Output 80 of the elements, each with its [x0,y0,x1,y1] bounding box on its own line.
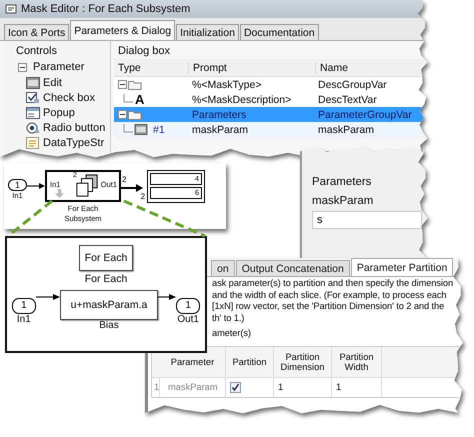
outport-block[interactable]: 1 [176,298,200,314]
row-number: 1 [152,378,160,396]
tab[interactable]: Icon & Ports [4,24,70,40]
signal-width-label: 2 [122,175,126,184]
edit-field-icon [134,124,148,135]
control-item[interactable]: Edit [4,75,110,90]
table-row[interactable]: #1 maskParam maskParam [114,122,428,137]
column-header: Partition [226,346,274,376]
description-text: [1xN] row vector, set the 'Partition Dimension' to 2 and the [212,301,446,312]
block-label: Bias [99,320,119,331]
for-each-block[interactable]: For Each [78,245,134,271]
description-text: th' to 1.) [212,312,246,324]
dashed-guide-line [7,200,53,238]
block-label: For Each [84,273,128,285]
tab[interactable]: Initialization [176,24,239,40]
column-header: Partition Width [332,346,382,376]
tree-line-icon [121,94,133,106]
down-arrow-icon [55,189,64,198]
field-label: maskParam [312,195,374,207]
signal-arrow [27,182,46,190]
signal-arrow [36,293,60,301]
popup-icon [26,106,40,118]
table-cell-text: maskParam [317,124,376,136]
stacked-pages-icon [75,174,100,198]
signal-width-label: 2 [140,192,146,201]
table-cell: 1 [274,378,332,396]
collapse-icon[interactable] [118,110,127,119]
window-title: Mask Editor : For Each Subsystem [21,3,190,15]
radio-icon [26,122,40,134]
data-type-icon [26,136,40,148]
control-item[interactable]: Popup [4,105,110,120]
block-label: Out1 [177,314,199,325]
signal-arrow [121,184,144,192]
table-cell-text: Parameters [191,108,248,120]
checkbox[interactable] [230,382,241,392]
panel-heading: Controls [15,45,58,59]
tab[interactable]: Parameter Partition [350,258,454,276]
table-cell-text: maskParam [191,124,250,136]
section-heading: Parameters [312,176,372,188]
column-header: Name [315,62,420,74]
collapse-icon[interactable] [118,80,127,89]
folder-icon [128,80,142,90]
edit-field-icon [26,76,40,88]
table-row[interactable]: %<MaskType> DescGroupVar [114,77,428,92]
table-cell: 1 [332,378,382,396]
tree-line-icon [121,124,133,136]
panel-heading: Dialog box [117,45,171,59]
tab[interactable]: Output Concatenation [236,260,350,276]
signal-arrow [158,293,176,301]
section-label: ameter(s) [212,328,252,340]
parameter-number: #1 [153,124,165,136]
inport-block[interactable]: 1 [12,298,36,314]
tab[interactable]: on [211,260,235,276]
table-cell-text: %<MaskDescription> [191,94,292,106]
collapse-icon[interactable] [18,62,27,72]
table-row[interactable]: A %<MaskDescription> DescTextVar [114,92,428,107]
control-item[interactable]: Check box [4,90,110,105]
control-item[interactable]: Radio button [4,120,110,135]
checkbox-icon [26,92,40,104]
table-cell-text: %<MaskType> [191,78,262,90]
table-cell-text: DescGroupVar [317,78,388,90]
text-type-glyph: A [135,92,144,107]
input-field[interactable]: s [312,211,422,229]
column-header: Type [117,62,142,74]
folder-icon [128,110,142,120]
control-item[interactable]: DataTypeStr [4,135,110,150]
tab[interactable]: Documentation [240,24,319,40]
column-header: Prompt [188,62,315,74]
tab[interactable]: Parameters & Dialog [70,20,176,40]
description-text: ask parameter(s) to partition and then specify the dimension [212,278,454,290]
app-icon [5,3,17,15]
bias-block[interactable]: u+maskParam.a [60,290,158,320]
description-text: and the width of each slice. (For example, to process each [212,290,448,301]
table-cell-text: ParameterGroupVar [317,108,413,120]
table-cell-text: DescTextVar [317,94,378,106]
table-cell: maskParam [160,378,226,396]
block-label: In1 [16,314,31,325]
column-header: Partition Dimension [274,346,332,376]
inport-block[interactable]: 1 [8,179,28,191]
group-label: Parameter [33,61,84,73]
